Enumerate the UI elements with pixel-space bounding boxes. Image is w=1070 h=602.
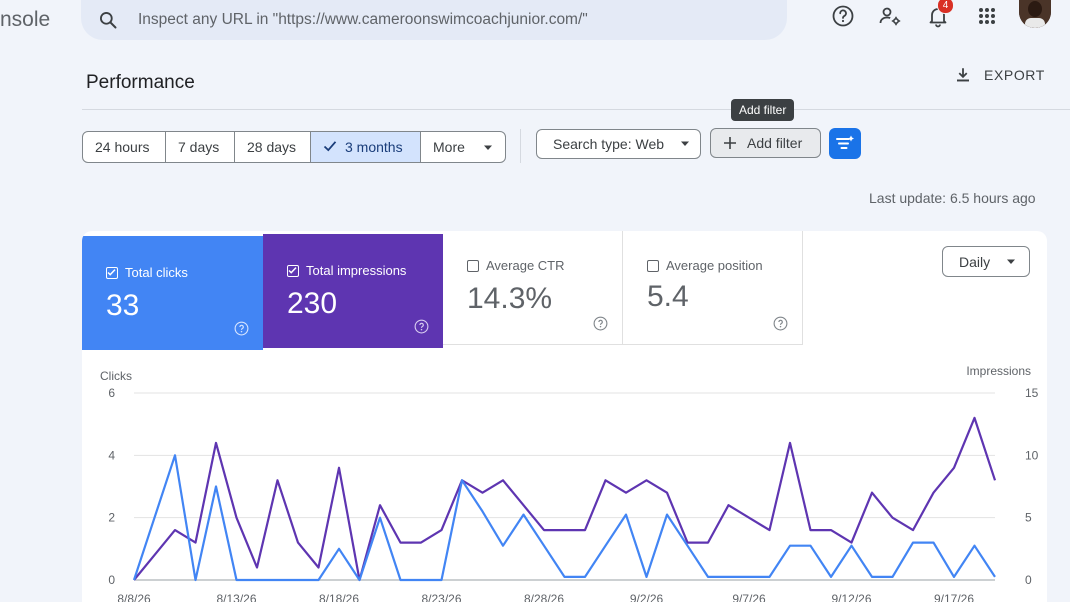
y-left-tick-label: 2: [108, 511, 115, 525]
x-tick-label: 8/28/26: [524, 592, 564, 602]
add-filter-button[interactable]: Add filter: [710, 128, 821, 158]
account-avatar[interactable]: [1019, 0, 1051, 28]
y-right-tick-label: 15: [1025, 386, 1039, 400]
search-icon: [100, 12, 117, 29]
filter-options-button[interactable]: [829, 128, 861, 159]
range-more-label: More: [433, 139, 465, 155]
search-type-label: Search type: Web: [553, 136, 665, 152]
x-tick-label: 8/8/26: [117, 592, 151, 602]
performance-chart: 6420151050Clicks Impressions8/8/26 8/13/26…: [100, 364, 1039, 602]
range-24-hours[interactable]: 24 hours: [83, 132, 166, 162]
avatar-photo-icon: [1019, 0, 1051, 28]
range-3-months-label: 3 months: [345, 139, 403, 155]
x-tick-label: 8/18/26: [319, 592, 359, 602]
date-range-selector: 24 hours 7 days 28 days 3 months More: [82, 131, 506, 163]
page-title: Performance: [86, 72, 195, 93]
range-28-days[interactable]: 28 days: [235, 132, 311, 162]
notification-count-badge: 4: [937, 0, 954, 14]
y-left-tick-label: 0: [108, 573, 115, 587]
x-tick-label: 8/23/26: [421, 592, 461, 602]
x-tick-label: 9/12/26: [831, 592, 871, 602]
download-icon: [957, 68, 969, 82]
y-right-tick-label: 10: [1025, 448, 1039, 462]
series-line-impressions: [133, 416, 997, 582]
dropdown-arrow-icon: [681, 141, 690, 146]
url-inspect-search[interactable]: [81, 0, 787, 40]
range-3-months[interactable]: 3 months: [311, 132, 421, 162]
url-inspect-input[interactable]: [138, 11, 778, 29]
x-tick-label: 9/17/26: [934, 592, 974, 602]
apps-grid-icon[interactable]: [975, 4, 999, 28]
export-label: EXPORT: [984, 67, 1045, 83]
filter-sparkle-icon: [836, 135, 854, 149]
add-filter-tooltip: Add filter: [731, 99, 795, 121]
help-icon[interactable]: [831, 4, 855, 28]
user-settings-icon[interactable]: [878, 4, 902, 28]
x-tick-label: 9/2/26: [630, 592, 664, 602]
export-button[interactable]: EXPORT: [954, 66, 1045, 84]
plus-icon: [724, 137, 736, 149]
performance-card: Total clicks 33 Total impressions 230 Av…: [82, 231, 1047, 602]
y-left-axis-title: Clicks: [100, 369, 132, 383]
x-tick-label: 8/13/26: [216, 592, 256, 602]
x-tick-label: 9/7/26: [732, 592, 766, 602]
y-left-tick-label: 6: [108, 386, 115, 400]
add-filter-label: Add filter: [747, 135, 803, 151]
app-brand: nsole: [0, 8, 51, 31]
dropdown-arrow-icon: [483, 145, 492, 151]
y-right-axis-title: Impressions: [966, 364, 1031, 378]
y-right-tick-label: 5: [1025, 511, 1032, 525]
y-left-tick-label: 4: [108, 448, 115, 462]
last-update-text: Last update: 6.5 hours ago: [869, 190, 1036, 206]
range-more-dropdown[interactable]: More: [421, 132, 505, 162]
y-right-tick-label: 0: [1025, 573, 1032, 587]
search-type-dropdown[interactable]: Search type: Web: [536, 129, 701, 159]
checkmark-icon: [323, 141, 337, 152]
filter-separator: [520, 129, 521, 163]
header-divider: [82, 109, 1070, 110]
range-7-days[interactable]: 7 days: [166, 132, 235, 162]
